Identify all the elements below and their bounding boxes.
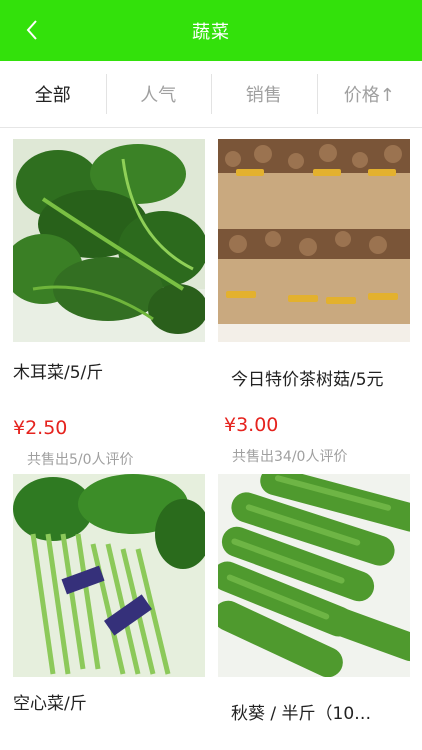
product-name: 空心菜/斤 [13, 694, 87, 714]
tab-all[interactable]: 全部 [0, 61, 106, 127]
tab-price[interactable]: 价格↑ [316, 61, 422, 127]
top-bar: 蔬菜 [0, 0, 422, 61]
product-price: ¥3.00 [224, 414, 279, 436]
tea-tree-mushroom-image [218, 139, 410, 342]
malabar-spinach-image [13, 139, 205, 342]
tab-popularity[interactable]: 人气 [105, 61, 212, 127]
product-image[interactable] [13, 139, 205, 342]
chevron-left-icon [26, 20, 37, 40]
back-button[interactable] [20, 18, 44, 42]
product-card[interactable]: 今日特价茶树菇/5元 ¥3.00 共售出34/0人评价 [218, 139, 410, 466]
sort-tabs: 全部 人气 销售 价格↑ [0, 61, 422, 128]
okra-image [218, 474, 410, 677]
product-sales-count: 共售出5/0人评价 [27, 452, 134, 468]
product-card[interactable]: 木耳菜/5/斤 ¥2.50 共售出5/0人评价 [13, 139, 205, 469]
product-name: 今日特价茶树菇/5元 [231, 370, 384, 390]
product-image[interactable] [13, 474, 205, 677]
water-spinach-image [13, 474, 205, 677]
product-card[interactable]: 空心菜/斤 [13, 474, 205, 714]
product-price: ¥2.50 [13, 417, 68, 439]
product-image[interactable] [218, 139, 410, 342]
page-title: 蔬菜 [192, 21, 230, 43]
product-name: 秋葵 / 半斤（10… [231, 704, 372, 724]
product-sales-count: 共售出34/0人评价 [232, 449, 348, 465]
tab-sales[interactable]: 销售 [211, 61, 317, 127]
product-card[interactable]: 秋葵 / 半斤（10… [218, 474, 410, 724]
product-name: 木耳菜/5/斤 [13, 363, 104, 383]
product-image[interactable] [218, 474, 410, 677]
